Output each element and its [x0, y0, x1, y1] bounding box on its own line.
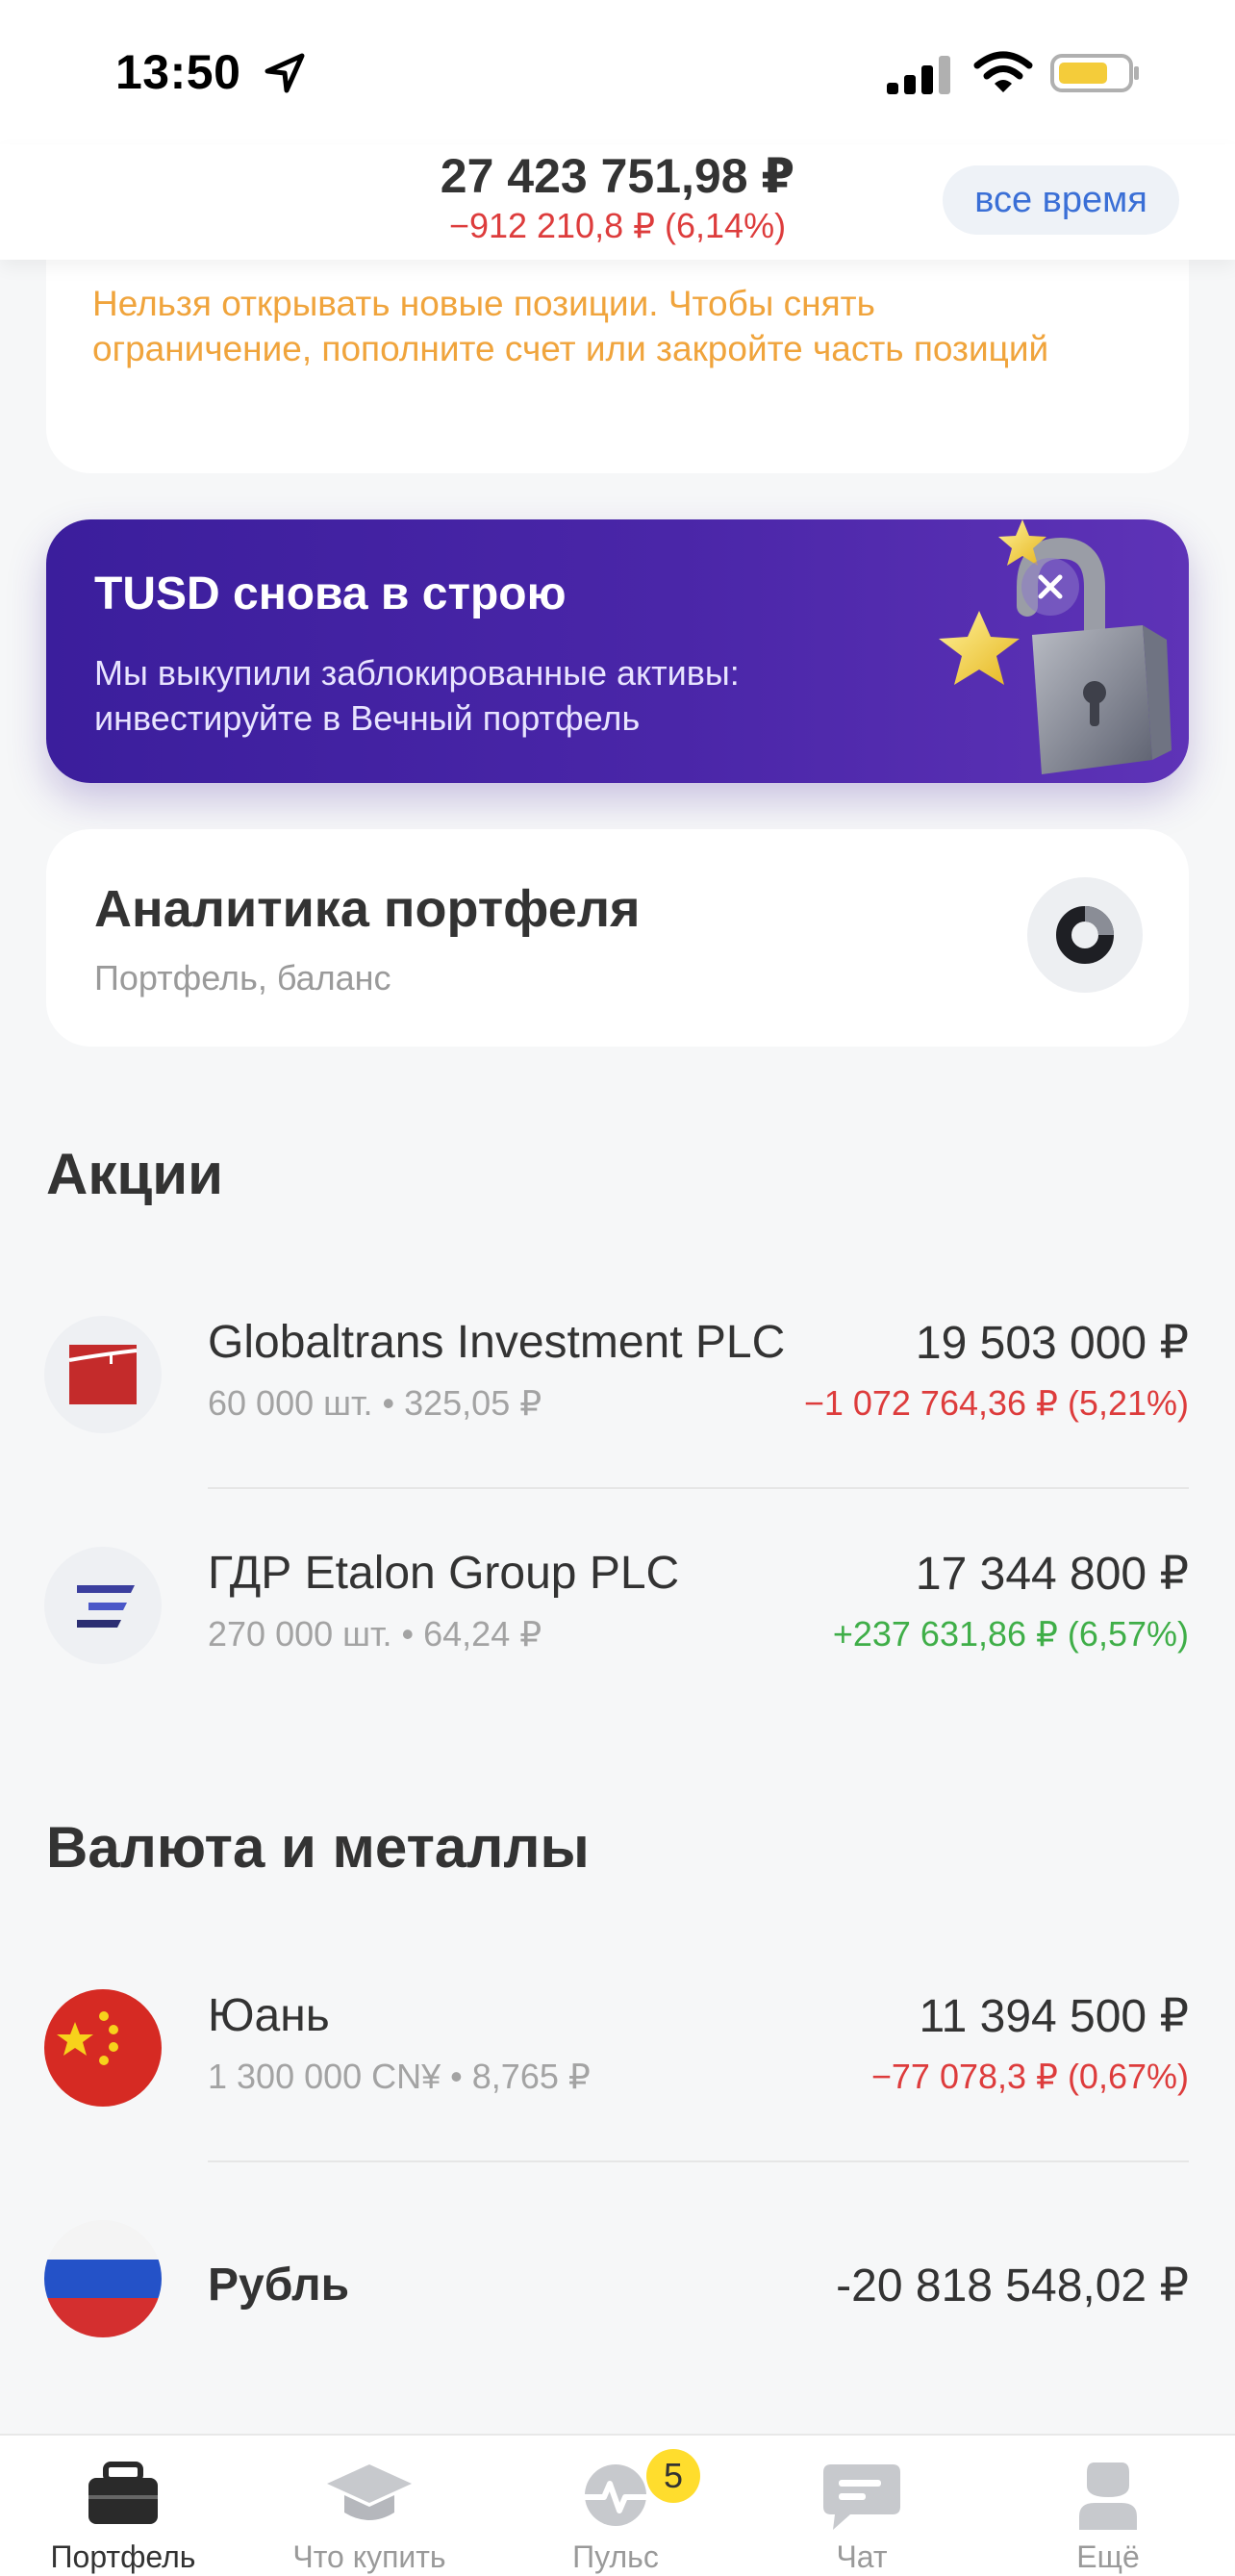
portfolio-analytics-card[interactable]: Аналитика портфеля Портфель, баланс [46, 829, 1189, 1047]
tab-what-to-buy[interactable]: Что купить [246, 2436, 492, 2576]
asset-value: -20 818 548,02 ₽ [836, 2260, 1189, 2311]
tab-pulse[interactable]: Пульс [492, 2436, 739, 2576]
asset-quantity-price: 270 000 шт. • 64,24 ₽ [208, 1614, 542, 1654]
tab-label: Пульс [572, 2539, 659, 2574]
donut-chart-icon [1056, 906, 1114, 964]
portfolio-header: 27 423 751,98 ₽ −912 210,8 ₽ (6,14%) все… [0, 144, 1235, 260]
tab-more[interactable]: Ещё [985, 2436, 1231, 2576]
asset-value: 11 394 500 ₽ [919, 1991, 1189, 2042]
analytics-subtitle: Портфель, баланс [94, 958, 391, 998]
close-icon [1038, 574, 1063, 599]
tab-chat[interactable]: Чат [739, 2436, 985, 2576]
globaltrans-logo [44, 1316, 162, 1433]
asset-quantity-price: 1 300 000 CN¥ • 8,765 ₽ [208, 2057, 591, 2096]
margin-warning-text: Нельзя открывать новые позиции. Чтобы сн… [92, 284, 1049, 368]
tab-label: Чат [836, 2539, 888, 2574]
asset-name: Рубль [208, 2260, 350, 2311]
tab-label: Что купить [292, 2539, 446, 2574]
wifi-icon [973, 51, 1033, 92]
period-selector-button[interactable]: все время [943, 165, 1179, 235]
russia-flag-icon [44, 2220, 162, 2337]
graduation-cap-icon [327, 2464, 412, 2520]
tab-portfolio[interactable]: Портфель [0, 2436, 246, 2576]
profile-icon [1079, 2462, 1137, 2530]
stock-row-globaltrans[interactable]: Globaltrans Investment PLC 60 000 шт. • … [0, 1316, 1235, 1508]
asset-change: −1 072 764,36 ₽ (5,21%) [803, 1383, 1189, 1423]
status-bar: 13:50 [0, 0, 1235, 144]
promo-banner[interactable]: TUSD снова в строю Мы выкупили заблокиро… [46, 519, 1189, 783]
tab-label: Портфель [50, 2539, 196, 2574]
row-divider [208, 1487, 1189, 1489]
asset-change: −77 078,3 ₽ (0,67%) [870, 2057, 1189, 2096]
briefcase-icon [88, 2462, 158, 2524]
status-time: 13:50 [115, 45, 241, 99]
bottom-tab-bar: Портфель Что купить Пульс Чат Ещё [0, 2434, 1235, 2576]
currency-row-ruble[interactable]: Рубль -20 818 548,02 ₽ [0, 2220, 1235, 2412]
tab-label: Ещё [1076, 2539, 1140, 2574]
promo-text: Мы выкупили заблокированные активы: инве… [94, 653, 740, 738]
location-arrow-icon [265, 53, 305, 93]
promo-title: TUSD снова в строю [94, 568, 567, 619]
asset-change: +237 631,86 ₽ (6,57%) [832, 1614, 1189, 1654]
analytics-icon-wrap [1027, 877, 1143, 993]
currency-row-yuan[interactable]: Юань 1 300 000 CN¥ • 8,765 ₽ 11 394 500 … [0, 1989, 1235, 2182]
asset-quantity-price: 60 000 шт. • 325,05 ₽ [208, 1383, 542, 1423]
battery-icon [1050, 54, 1139, 92]
asset-value: 17 344 800 ₽ [915, 1549, 1189, 1600]
row-divider [208, 2160, 1189, 2162]
section-title-stocks: Акции [46, 1142, 224, 1206]
chat-icon [823, 2464, 900, 2530]
asset-name: Юань [208, 1990, 330, 2041]
promo-close-button[interactable] [1021, 558, 1079, 616]
etalon-logo [44, 1547, 162, 1664]
asset-value: 19 503 000 ₽ [915, 1318, 1189, 1369]
section-title-currency: Валюта и металлы [46, 1815, 590, 1880]
china-flag-icon [44, 1989, 162, 2107]
cellular-signal-icon [887, 56, 950, 94]
pulse-notification-badge: 5 [646, 2449, 700, 2503]
asset-name: Globaltrans Investment PLC [208, 1317, 786, 1368]
asset-name: ГДР Etalon Group PLC [208, 1548, 680, 1599]
stock-row-etalon[interactable]: ГДР Etalon Group PLC 270 000 шт. • 64,24… [0, 1547, 1235, 1739]
analytics-title: Аналитика портфеля [94, 880, 641, 938]
